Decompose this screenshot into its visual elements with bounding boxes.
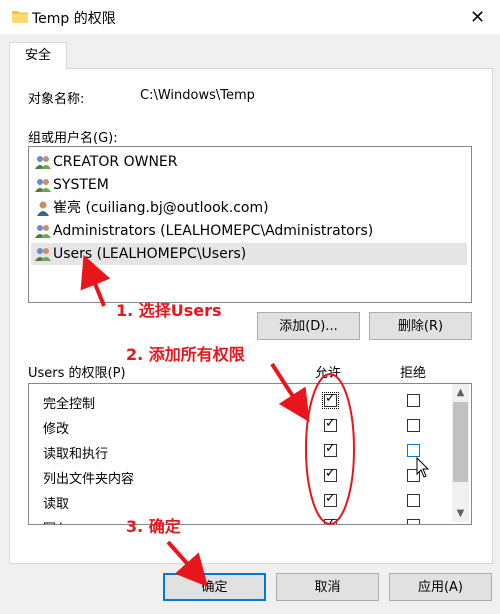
allow-checkbox[interactable] — [324, 441, 337, 457]
allow-checkbox[interactable] — [324, 491, 337, 507]
list-item-label: 崔亮 (cuiliang.bj@outlook.com) — [53, 200, 269, 216]
permission-name: 写入 — [43, 518, 69, 524]
permission-name: 列出文件夹内容 — [43, 472, 135, 487]
scroll-thumb[interactable] — [453, 402, 468, 482]
allow-checkbox[interactable] — [324, 416, 337, 432]
folder-icon — [12, 11, 28, 23]
permission-name: 完全控制 — [43, 397, 96, 412]
remove-button[interactable]: 删除(R) — [369, 312, 472, 340]
permission-row-modify: 修改 — [29, 414, 453, 438]
list-item-label: Administrators (LEALHOMEPC\Administrator… — [53, 223, 374, 239]
permission-row-full-control: 完全控制 — [29, 389, 453, 413]
scroll-up-icon[interactable]: ▲ — [452, 384, 469, 401]
group-icon — [35, 248, 51, 261]
deny-checkbox[interactable] — [407, 444, 420, 457]
apply-button[interactable]: 应用(A) — [389, 573, 492, 601]
deny-checkbox[interactable] — [407, 519, 420, 524]
deny-checkbox[interactable] — [407, 494, 420, 507]
title-bar: Temp 的权限 ✕ — [0, 0, 500, 34]
permission-row-read-execute: 读取和执行 — [29, 439, 453, 463]
group-icon — [35, 179, 51, 192]
list-item-administrators[interactable]: Administrators (LEALHOMEPC\Administrator… — [31, 220, 467, 242]
permission-name: 读取和执行 — [43, 447, 109, 462]
permission-name: 读取 — [43, 497, 70, 512]
list-item-creator-owner[interactable]: CREATOR OWNER — [31, 151, 467, 173]
user-icon — [37, 201, 49, 216]
annotation-step1: 1. 选择Users — [116, 301, 222, 320]
object-name-value: C:\Windows\Temp — [140, 88, 255, 103]
list-item-system[interactable]: SYSTEM — [31, 174, 467, 196]
group-icon — [35, 156, 51, 169]
permission-row-write: 写入 — [29, 514, 453, 524]
close-button[interactable]: ✕ — [455, 0, 500, 34]
list-item-cuiliang[interactable]: 崔亮 (cuiliang.bj@outlook.com) — [31, 197, 467, 219]
deny-checkbox[interactable] — [407, 394, 420, 407]
deny-column-header: 拒绝 — [400, 366, 427, 381]
allow-checkbox[interactable] — [324, 516, 337, 524]
list-item-label: SYSTEM — [53, 177, 109, 193]
list-item-label: Users (LEALHOMEPC\Users) — [53, 246, 247, 262]
tab-security[interactable]: 安全 — [9, 42, 67, 69]
list-item-label: CREATOR OWNER — [53, 154, 178, 170]
annotation-step2: 2. 添加所有权限 — [126, 345, 245, 364]
scroll-down-icon[interactable]: ▼ — [452, 505, 469, 522]
permission-name: 修改 — [43, 422, 70, 437]
permissions-list: 完全控制 修改 读取和执行 列出文件夹内容 读取 写入 — [28, 383, 472, 525]
allow-column-header: 允许 — [315, 366, 342, 381]
groups-listbox[interactable]: CREATOR OWNER SYSTEM 崔亮 (cuiliang.bj@out… — [28, 146, 472, 303]
add-button[interactable]: 添加(D)... — [257, 312, 360, 340]
deny-checkbox[interactable] — [407, 469, 420, 482]
annotation-step3: 3. 确定 — [126, 517, 181, 536]
cancel-button[interactable]: 取消 — [276, 573, 379, 601]
allow-checkbox[interactable] — [324, 466, 337, 482]
groups-label: 组或用户名(G): — [28, 131, 118, 146]
ok-button[interactable]: 确定 — [163, 573, 266, 601]
allow-checkbox[interactable] — [322, 391, 339, 409]
list-item-users[interactable]: Users (LEALHOMEPC\Users) — [31, 243, 467, 265]
window-title: Temp 的权限 — [32, 11, 116, 27]
deny-checkbox[interactable] — [407, 419, 420, 432]
permission-row-list-folder: 列出文件夹内容 — [29, 464, 453, 488]
permissions-label: Users 的权限(P) — [28, 366, 126, 381]
permissions-scrollbar[interactable]: ▲ ▼ — [452, 384, 469, 522]
group-icon — [35, 225, 51, 238]
object-name-label: 对象名称: — [28, 92, 85, 107]
close-icon: ✕ — [469, 6, 486, 28]
permission-row-read: 读取 — [29, 489, 453, 513]
